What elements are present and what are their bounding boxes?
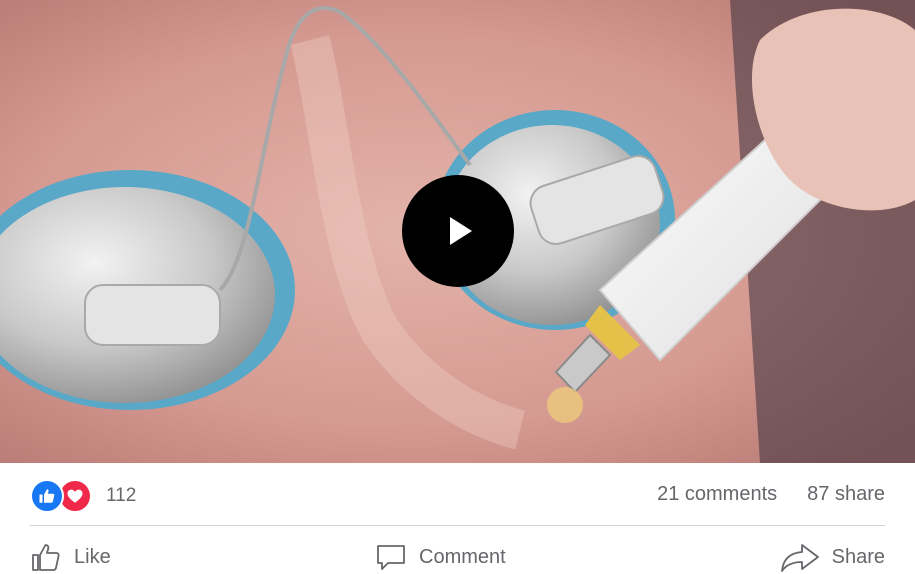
like-reaction-icon (30, 479, 64, 513)
share-label: Share (831, 545, 885, 568)
share-button[interactable]: Share (780, 540, 885, 574)
comment-icon (377, 545, 405, 570)
share-icon (780, 544, 819, 572)
reactions-summary[interactable]: 112 (30, 479, 137, 513)
divider (30, 525, 885, 526)
comment-label: Comment (419, 545, 506, 568)
post-stats: 21 comments 87 share (657, 483, 885, 506)
comment-button[interactable]: Comment (375, 540, 506, 574)
play-button[interactable] (402, 175, 514, 287)
thumbs-up-icon (32, 544, 60, 571)
reaction-count: 112 (106, 485, 137, 506)
like-label: Like (74, 545, 111, 568)
comments-count-link[interactable]: 21 comments (657, 483, 777, 506)
play-icon (450, 217, 472, 245)
shares-count-link[interactable]: 87 share (807, 483, 885, 506)
video-player[interactable] (0, 0, 915, 463)
like-button[interactable]: Like (30, 540, 111, 574)
